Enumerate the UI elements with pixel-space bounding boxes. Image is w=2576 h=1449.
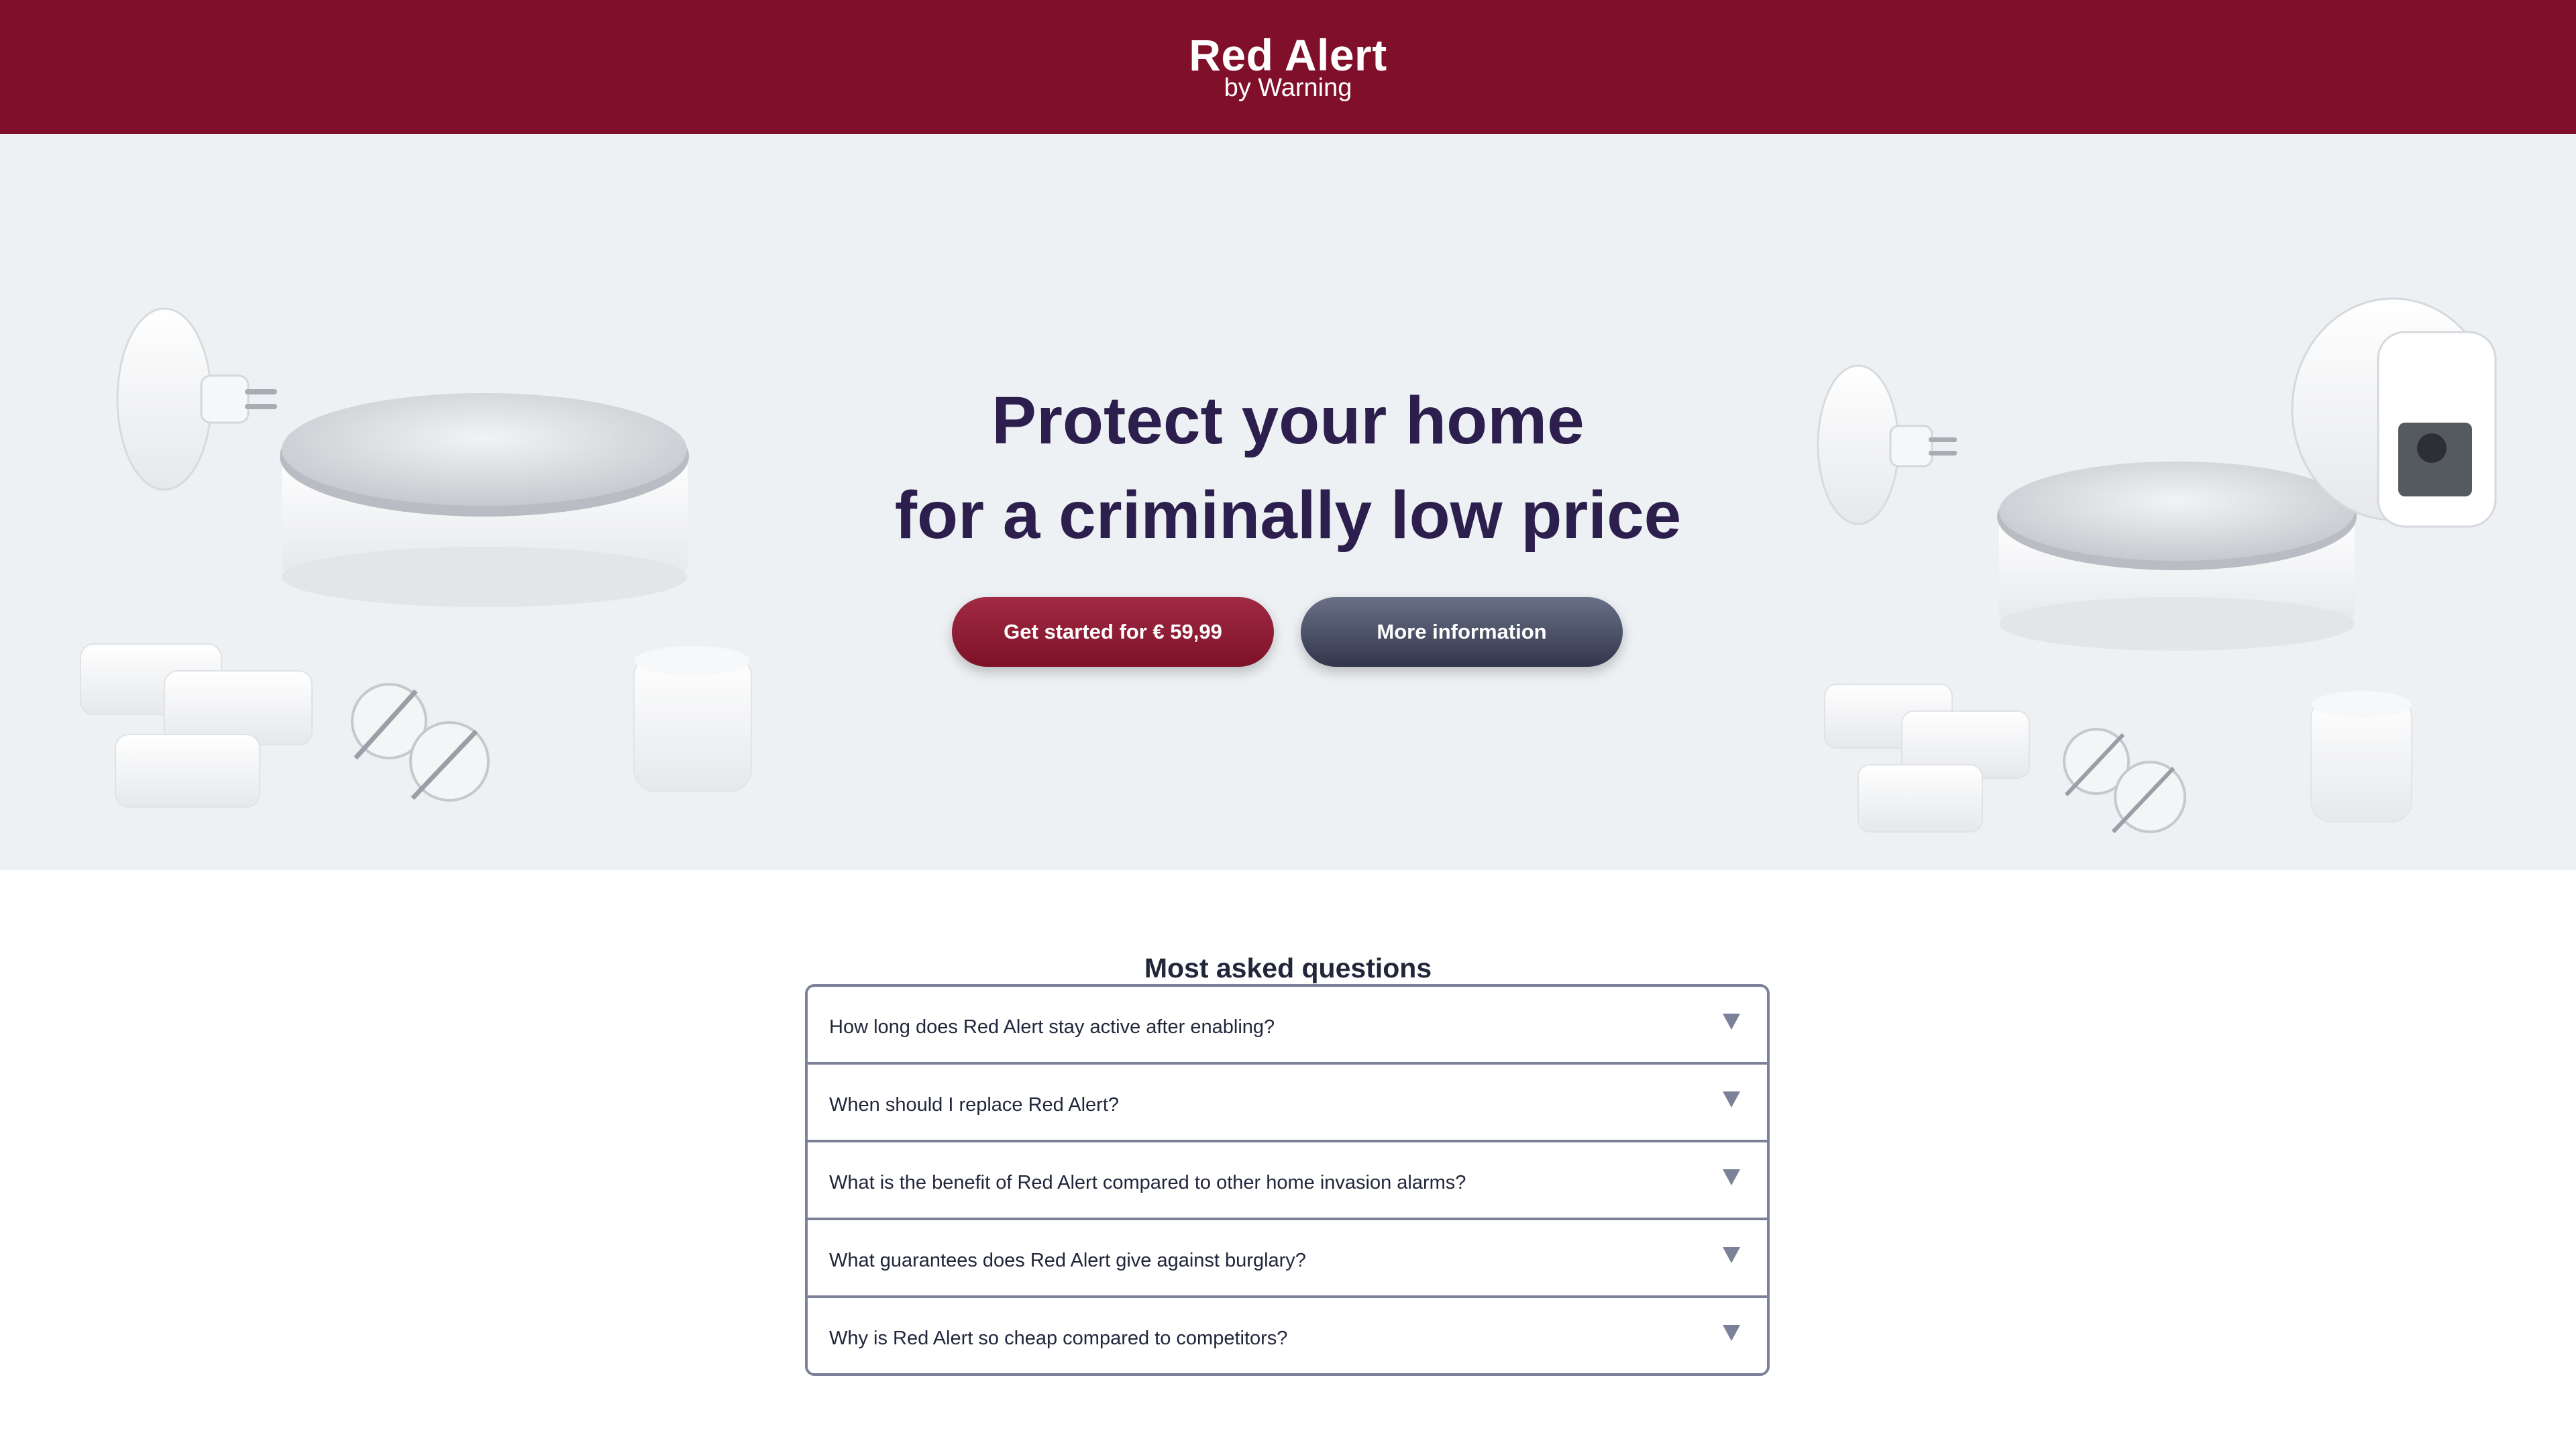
faq-question: Why is Red Alert so cheap compared to co… xyxy=(829,1328,1288,1349)
faq-question: How long does Red Alert stay active afte… xyxy=(829,1016,1275,1038)
hero-headline: Protect your home xyxy=(991,383,1585,458)
chevron-down-icon[interactable] xyxy=(1723,1247,1740,1263)
faq-accordion: How long does Red Alert stay active afte… xyxy=(805,984,1770,1376)
brand-subtitle: by Warning xyxy=(1224,74,1352,102)
faq-item[interactable]: When should I replace Red Alert? xyxy=(808,1065,1767,1142)
faq-item[interactable]: What guarantees does Red Alert give agai… xyxy=(808,1220,1767,1298)
hero-section: Protect your home for a criminally low p… xyxy=(0,134,2576,870)
faq-question: When should I replace Red Alert? xyxy=(829,1094,1120,1116)
faq-question: What guarantees does Red Alert give agai… xyxy=(829,1250,1306,1271)
chevron-down-icon[interactable] xyxy=(1723,1169,1740,1185)
chevron-down-icon[interactable] xyxy=(1723,1091,1740,1108)
get-started-button[interactable]: Get started for € 59,99 xyxy=(952,597,1274,667)
chevron-down-icon[interactable] xyxy=(1723,1325,1740,1341)
hero-subline: for a criminally low price xyxy=(894,478,1682,553)
home-alarm-kit-with-camera-image xyxy=(1817,297,2497,834)
chevron-down-icon[interactable] xyxy=(1723,1014,1740,1030)
faq-item[interactable]: Why is Red Alert so cheap compared to co… xyxy=(808,1298,1767,1373)
more-information-button[interactable]: More information xyxy=(1301,597,1623,667)
faq-title: Most asked questions xyxy=(1144,953,1432,983)
faq-item[interactable]: How long does Red Alert stay active afte… xyxy=(808,987,1767,1065)
site-header: Red Alert by Warning xyxy=(0,0,2576,134)
faq-item[interactable]: What is the benefit of Red Alert compare… xyxy=(808,1142,1767,1220)
faq-question: What is the benefit of Red Alert compare… xyxy=(829,1172,1466,1193)
